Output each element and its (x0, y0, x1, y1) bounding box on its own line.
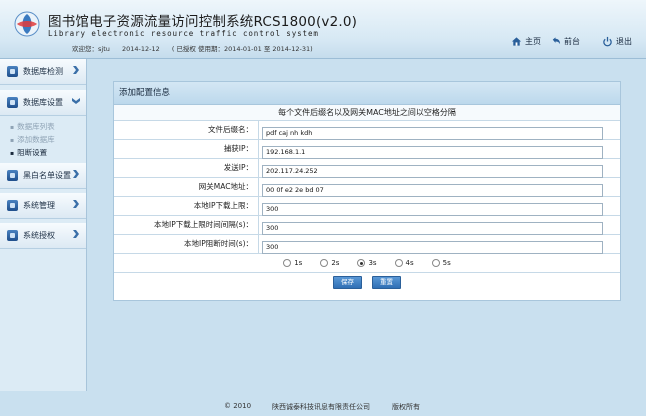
field-label: 捕获IP： (114, 140, 259, 158)
form-row-download-limit: 本地IP下载上限： (114, 197, 620, 216)
field-label: 本地IP阻断时间(s)： (114, 235, 259, 253)
subitem-block-settings[interactable]: 阻断设置 (10, 146, 86, 159)
chevron-down-icon (72, 98, 80, 104)
send-ip-input[interactable] (262, 164, 603, 178)
form-row-gateway-mac: 网关MAC地址： (114, 178, 620, 197)
logout-link[interactable]: 退出 (602, 36, 632, 47)
format-notice: 每个文件后缀名以及网关MAC地址之间以空格分隔 (114, 105, 620, 121)
radio-label: 1s (294, 259, 303, 267)
frontend-link[interactable]: 前台 (550, 36, 580, 47)
chevron-right-icon (73, 170, 79, 178)
logout-label: 退出 (616, 37, 632, 46)
system-icon (7, 200, 18, 211)
radio-3s[interactable]: 3s (357, 259, 377, 267)
field-label: 发送IP： (114, 159, 259, 177)
capture-ip-input[interactable] (262, 145, 603, 159)
sidebar-item-db-check[interactable]: 数据库检测 (0, 59, 86, 85)
interval-radio-group: 1s 2s 3s 4s 5s (114, 254, 620, 273)
subitem-add-db[interactable]: 添加数据库 (10, 133, 86, 146)
app-title: 图书馆电子资源流量访问控制系统RCS1800(v2.0) (48, 14, 358, 30)
footer-rights: 版权所有 (392, 403, 420, 411)
home-link[interactable]: 主页 (511, 36, 541, 47)
radio-label: 2s (331, 259, 340, 267)
sidebar: 数据库检测 数据库设置 数据库列表 添加数据库 阻断设置 黑白名单设置 系统管理… (0, 59, 87, 391)
license-icon (7, 230, 18, 241)
sidebar-item-label: 系统管理 (23, 201, 55, 210)
save-button[interactable]: 保存 (333, 275, 362, 289)
current-date: 2014-12-12 (121, 45, 160, 53)
form-row-limit-interval: 本地IP下载上限时间间隔(s)： (114, 216, 620, 235)
block-time-input[interactable] (262, 240, 603, 254)
db-settings-submenu: 数据库列表 添加数据库 阻断设置 (0, 116, 86, 163)
list-icon (7, 170, 18, 181)
sidebar-item-label: 系统授权 (23, 231, 55, 240)
app-header: 图书馆电子资源流量访问控制系统RCS1800(v2.0) Library ele… (0, 0, 646, 59)
radio-label: 5s (442, 259, 451, 267)
panel-title: 添加配置信息 (114, 82, 620, 105)
download-limit-input[interactable] (262, 202, 603, 216)
chevron-right-icon (73, 230, 79, 238)
sidebar-item-system-admin[interactable]: 系统管理 (0, 193, 86, 219)
reset-button[interactable]: 重置 (372, 275, 401, 289)
radio-2s[interactable]: 2s (320, 259, 339, 267)
radio-4s[interactable]: 4s (394, 259, 414, 267)
field-label: 本地IP下载上限： (114, 197, 259, 215)
radio-1s[interactable]: 1s (283, 259, 302, 267)
radio-button[interactable] (394, 259, 403, 267)
gateway-mac-input[interactable] (262, 183, 603, 197)
radio-button[interactable] (283, 259, 292, 267)
home-label: 主页 (525, 37, 541, 46)
welcome-bar: 欢迎您：sjtu 2014-12-12 ( 已授权 使用期：2014-01-01… (72, 43, 323, 53)
field-label: 文件后缀名： (114, 121, 259, 139)
form-row-block-time: 本地IP阻断时间(s)： (114, 235, 620, 254)
footer-company: 陕西诚泰科技讯息有限责任公司 (272, 403, 370, 411)
logo-icon (14, 11, 40, 37)
config-panel: 添加配置信息 每个文件后缀名以及网关MAC地址之间以空格分隔 文件后缀名： 捕获… (113, 81, 621, 301)
chevron-right-icon (73, 66, 79, 74)
form-row-send-ip: 发送IP： (114, 159, 620, 178)
license-info: ( 已授权 使用期：2014-01-01 至 2014-12-31) (171, 45, 313, 53)
radio-label: 3s (368, 259, 377, 267)
sidebar-item-label: 数据库设置 (23, 98, 63, 107)
footer: © 2010 陕西诚泰科技讯息有限责任公司 版权所有 (0, 396, 646, 416)
chevron-right-icon (73, 200, 79, 208)
radio-5s[interactable]: 5s (431, 259, 451, 267)
database-icon (7, 66, 18, 77)
welcome-user: 欢迎您：sjtu (72, 45, 110, 53)
limit-interval-input[interactable] (262, 221, 603, 235)
settings-icon (7, 97, 18, 108)
extensions-input[interactable] (262, 126, 603, 140)
radio-button[interactable] (320, 259, 329, 267)
subitem-db-list[interactable]: 数据库列表 (10, 120, 86, 133)
frontend-label: 前台 (564, 37, 580, 46)
field-label: 网关MAC地址： (114, 178, 259, 196)
footer-copyright: © 2010 (224, 402, 252, 410)
sidebar-item-blacklist[interactable]: 黑白名单设置 (0, 163, 86, 189)
sidebar-item-system-license[interactable]: 系统授权 (0, 223, 86, 249)
radio-button[interactable] (431, 259, 440, 267)
field-label: 本地IP下载上限时间间隔(s)： (114, 216, 259, 234)
form-row-extensions: 文件后缀名： (114, 121, 620, 140)
back-arrow-icon (552, 37, 561, 45)
home-icon (511, 37, 522, 46)
form-row-capture-ip: 捕获IP： (114, 140, 620, 159)
radio-button-selected[interactable] (357, 259, 366, 267)
sidebar-item-label: 黑白名单设置 (23, 171, 71, 180)
app-subtitle: Library electronic resource traffic cont… (48, 29, 319, 38)
sidebar-item-label: 数据库检测 (23, 67, 63, 76)
power-icon (603, 36, 612, 47)
form-actions: 保存 重置 (114, 273, 620, 291)
radio-label: 4s (405, 259, 414, 267)
sidebar-item-db-settings[interactable]: 数据库设置 (0, 90, 86, 116)
